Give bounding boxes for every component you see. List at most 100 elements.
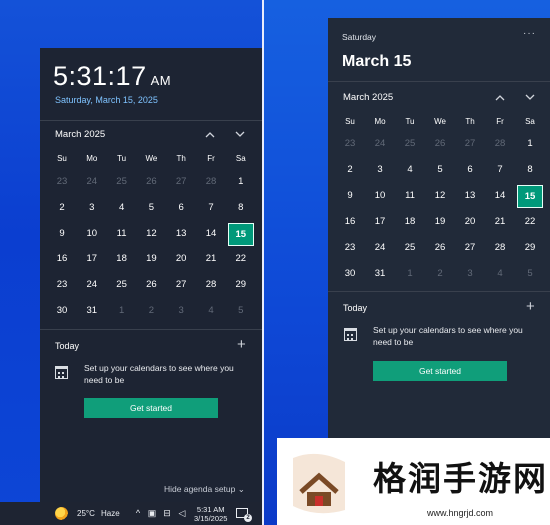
calendar-day[interactable]: 26 <box>137 279 165 290</box>
calendar-day[interactable]: 2 <box>336 164 364 175</box>
calendar-day[interactable]: 6 <box>456 164 484 175</box>
taskbar-temperature[interactable]: 25°C <box>77 509 95 518</box>
notification-center-icon[interactable]: 2 <box>236 508 252 522</box>
calendar-day[interactable]: 31 <box>78 305 106 316</box>
calendar-day[interactable]: 21 <box>197 253 225 264</box>
calendar-day[interactable]: 8 <box>227 202 255 213</box>
calendar-day[interactable]: 23 <box>336 138 364 149</box>
calendar-day[interactable]: 18 <box>396 216 424 227</box>
weather-sun-icon[interactable] <box>55 507 68 520</box>
calendar-day[interactable]: 3 <box>78 202 106 213</box>
calendar-day[interactable]: 4 <box>197 305 225 316</box>
more-options-icon[interactable]: ··· <box>523 28 536 39</box>
calendar-day[interactable]: 23 <box>48 176 76 187</box>
calendar-day[interactable]: 10 <box>366 190 394 201</box>
calendar-day[interactable]: 2 <box>137 305 165 316</box>
calendar-day[interactable]: 5 <box>426 164 454 175</box>
calendar-day[interactable]: 27 <box>167 279 195 290</box>
chevron-up-icon[interactable]: ^ <box>133 508 143 518</box>
calendar-day[interactable]: 19 <box>426 216 454 227</box>
calendar-day[interactable]: 4 <box>396 164 424 175</box>
calendar-day[interactable]: 26 <box>137 176 165 187</box>
calendar-day[interactable]: 27 <box>456 242 484 253</box>
calendar-day[interactable]: 14 <box>197 228 225 239</box>
calendar-day[interactable]: 1 <box>396 268 424 279</box>
calendar-day[interactable]: 21 <box>486 216 514 227</box>
calendar-day[interactable]: 20 <box>456 216 484 227</box>
calendar-day[interactable]: 23 <box>336 242 364 253</box>
add-event-plus-icon[interactable]: + <box>237 337 246 352</box>
display-icon[interactable]: ⊟ <box>162 508 172 518</box>
calendar-day[interactable]: 9 <box>48 228 76 239</box>
calendar-day[interactable]: 2 <box>48 202 76 213</box>
get-started-button[interactable]: Get started <box>373 361 507 381</box>
calendar-day[interactable]: 26 <box>426 242 454 253</box>
calendar-day[interactable]: 24 <box>78 176 106 187</box>
calendar-day[interactable]: 5 <box>227 305 255 316</box>
calendar-day[interactable]: 29 <box>516 242 544 253</box>
month-label[interactable]: March 2025 <box>55 129 105 140</box>
calendar-day[interactable]: 10 <box>78 228 106 239</box>
calendar-day[interactable]: 11 <box>108 228 136 239</box>
calendar-day[interactable]: 16 <box>336 216 364 227</box>
calendar-day[interactable]: 2 <box>426 268 454 279</box>
calendar-day[interactable]: 3 <box>167 305 195 316</box>
calendar-day[interactable]: 20 <box>167 253 195 264</box>
network-icon[interactable]: ▣ <box>147 508 157 518</box>
calendar-day-selected[interactable]: 15 <box>227 222 254 246</box>
calendar-day[interactable]: 13 <box>167 228 195 239</box>
calendar-day[interactable]: 30 <box>48 305 76 316</box>
calendar-day[interactable]: 25 <box>108 176 136 187</box>
calendar-day-selected[interactable]: 15 <box>517 185 543 208</box>
calendar-day[interactable]: 6 <box>167 202 195 213</box>
calendar-day[interactable]: 17 <box>366 216 394 227</box>
calendar-day[interactable]: 7 <box>486 164 514 175</box>
calendar-day[interactable]: 19 <box>137 253 165 264</box>
chevron-down-icon[interactable] <box>523 90 537 104</box>
calendar-day[interactable]: 24 <box>78 279 106 290</box>
calendar-day[interactable]: 25 <box>108 279 136 290</box>
add-event-plus-icon[interactable]: + <box>526 299 535 314</box>
calendar-day[interactable]: 4 <box>108 202 136 213</box>
calendar-day[interactable]: 29 <box>227 279 255 290</box>
calendar-day[interactable]: 27 <box>456 138 484 149</box>
calendar-day[interactable]: 16 <box>48 253 76 264</box>
calendar-day[interactable]: 18 <box>108 253 136 264</box>
calendar-day[interactable]: 23 <box>48 279 76 290</box>
calendar-day[interactable]: 28 <box>486 138 514 149</box>
calendar-day[interactable]: 13 <box>456 190 484 201</box>
calendar-day[interactable]: 8 <box>516 164 544 175</box>
calendar-day[interactable]: 4 <box>486 268 514 279</box>
month-label[interactable]: March 2025 <box>343 92 393 103</box>
long-date-link[interactable]: Saturday, March 15, 2025 <box>55 95 158 105</box>
calendar-day[interactable]: 27 <box>167 176 195 187</box>
calendar-day[interactable]: 28 <box>197 279 225 290</box>
calendar-day[interactable]: 3 <box>366 164 394 175</box>
calendar-day[interactable]: 14 <box>486 190 514 201</box>
chevron-up-icon[interactable] <box>493 90 507 104</box>
volume-muted-icon[interactable]: ◁ <box>177 508 187 518</box>
taskbar-clock[interactable]: 5:31 AM 3/15/2025 <box>194 505 227 523</box>
calendar-day[interactable]: 1 <box>108 305 136 316</box>
calendar-day[interactable]: 22 <box>516 216 544 227</box>
get-started-button[interactable]: Get started <box>84 398 218 418</box>
chevron-down-icon[interactable] <box>233 127 247 141</box>
calendar-day[interactable]: 1 <box>227 176 255 187</box>
calendar-day[interactable]: 25 <box>396 138 424 149</box>
calendar-day[interactable]: 12 <box>137 228 165 239</box>
calendar-day[interactable]: 5 <box>137 202 165 213</box>
calendar-day[interactable]: 30 <box>336 268 364 279</box>
calendar-day[interactable]: 3 <box>456 268 484 279</box>
calendar-day[interactable]: 25 <box>396 242 424 253</box>
calendar-day[interactable]: 22 <box>227 253 255 264</box>
calendar-day[interactable]: 31 <box>366 268 394 279</box>
calendar-day[interactable]: 26 <box>426 138 454 149</box>
calendar-day[interactable]: 1 <box>516 138 544 149</box>
calendar-day[interactable]: 9 <box>336 190 364 201</box>
calendar-day[interactable]: 17 <box>78 253 106 264</box>
calendar-day[interactable]: 24 <box>366 242 394 253</box>
calendar-day[interactable]: 28 <box>486 242 514 253</box>
calendar-day[interactable]: 12 <box>426 190 454 201</box>
calendar-day[interactable]: 11 <box>396 190 424 201</box>
calendar-day[interactable]: 24 <box>366 138 394 149</box>
